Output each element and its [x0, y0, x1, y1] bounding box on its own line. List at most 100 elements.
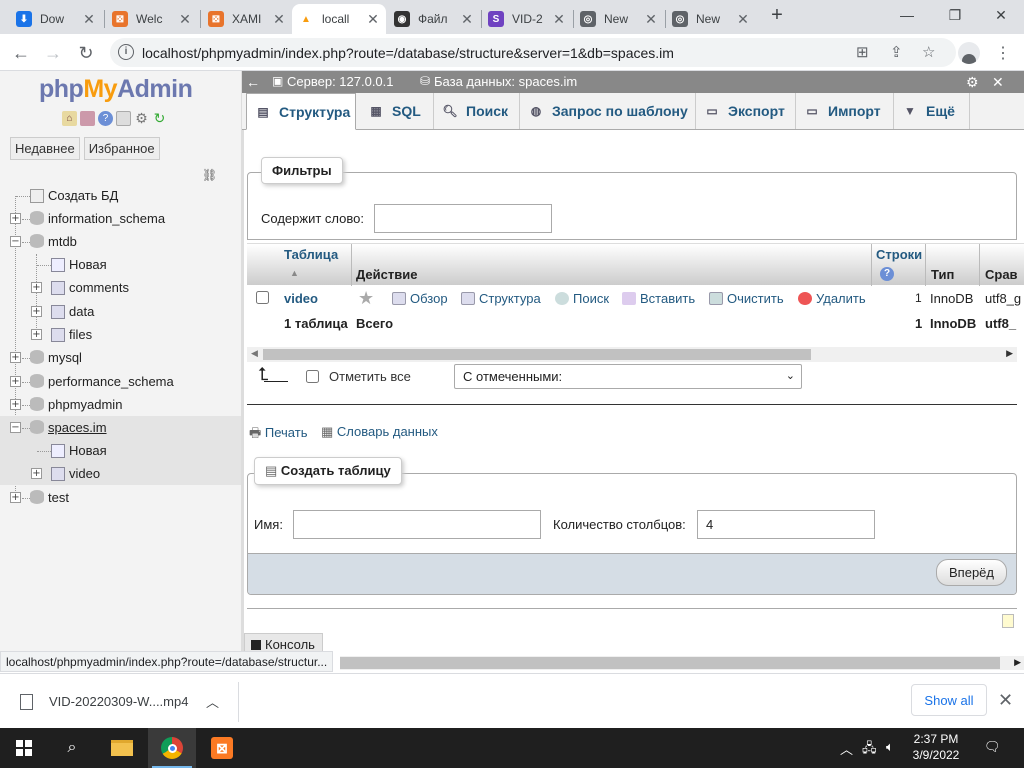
phpmyadmin-logo[interactable]: phpMyAdmin [39, 75, 193, 104]
filter-input[interactable] [374, 204, 552, 233]
insert-action[interactable]: Вставить [622, 291, 695, 306]
chevron-up-icon[interactable]: ︿ [206, 692, 219, 711]
tab-search[interactable]: 🔍︎ Поиск [434, 93, 520, 129]
tab-sql[interactable]: ▦ SQL [360, 93, 434, 129]
expand-icon[interactable]: + [31, 468, 42, 479]
breadcrumb-server[interactable]: Сервер: 127.0.0.1 [287, 74, 394, 89]
browser-tab-active[interactable]: ▲ locall ✕ [292, 4, 386, 34]
menu-kebab-icon[interactable]: ⋮ [990, 40, 1016, 66]
expand-icon[interactable]: + [10, 376, 21, 387]
xampp-icon[interactable]: ⊠ [198, 728, 246, 768]
file-explorer-icon[interactable] [98, 728, 146, 768]
tab-more[interactable]: ▼ Ещё [894, 93, 970, 129]
profile-avatar[interactable] [958, 42, 980, 64]
favorites-tab[interactable]: Избранное [83, 137, 160, 160]
share-icon[interactable]: ⇪ [890, 43, 903, 61]
browser-tab[interactable]: ⬇ Dow ✕ [10, 4, 102, 34]
check-all-label[interactable]: Отметить все [329, 369, 411, 384]
help-icon[interactable]: ? [98, 111, 113, 126]
row-checkbox[interactable] [256, 291, 269, 304]
settings-gear-icon[interactable]: ⚙ [966, 74, 979, 91]
settings-gear-icon[interactable]: ⚙ [134, 110, 149, 126]
close-icon[interactable]: ✕ [366, 11, 380, 28]
address-bar[interactable]: i localhost/phpmyadmin/index.php?route=/… [110, 38, 956, 67]
tab-export[interactable]: ▭ Экспорт [696, 93, 796, 129]
info-icon[interactable]: i [118, 44, 134, 60]
browser-tab[interactable]: ◉ Файл ✕ [388, 4, 480, 34]
page-scrollbar[interactable]: ▶ [340, 656, 1024, 670]
table-name-input[interactable] [293, 510, 541, 539]
tree-item-db-selected[interactable]: − spaces.im [0, 416, 241, 439]
tree-item-db[interactable]: + test [0, 486, 241, 509]
tree-item-new-table[interactable]: Новая [0, 439, 241, 462]
drop-action[interactable]: Удалить [798, 291, 866, 306]
restore-button[interactable]: ❐ [932, 0, 978, 30]
table-scrollbar[interactable]: ◀ ▶ [247, 347, 1017, 362]
bookmark-star-icon[interactable]: ☆ [922, 43, 935, 61]
print-link[interactable]: 🖶︎ Печать [249, 424, 307, 446]
table-name-link[interactable]: video [284, 291, 318, 306]
download-filename[interactable]: VID-20220309-W....mp4 [49, 694, 188, 709]
tree-item-table[interactable]: + video [0, 462, 241, 485]
expand-icon[interactable]: + [10, 352, 21, 363]
panel-resizer[interactable] [241, 71, 244, 656]
window-close-button[interactable]: ✕ [978, 0, 1024, 30]
url-text[interactable]: localhost/phpmyadmin/index.php?route=/da… [142, 45, 674, 61]
columns-count-input[interactable] [697, 510, 875, 539]
expand-icon[interactable]: + [10, 399, 21, 410]
recent-tab[interactable]: Недавнее [10, 137, 80, 160]
scrollbar-thumb[interactable] [340, 657, 1000, 669]
tree-item-create-db[interactable]: Создать БД [0, 184, 241, 207]
minimize-button[interactable]: — [884, 0, 930, 30]
logout-icon[interactable] [80, 111, 95, 126]
tree-item-table[interactable]: + comments [0, 276, 241, 299]
close-icon[interactable]: ✕ [998, 690, 1013, 711]
favorite-star-icon[interactable]: ★ [358, 288, 374, 309]
close-icon[interactable]: ✕ [82, 11, 96, 28]
browser-tab[interactable]: ⊠ XAMI ✕ [202, 4, 292, 34]
tab-import[interactable]: ▭ Импорт [796, 93, 894, 129]
close-icon[interactable]: ✕ [992, 74, 1004, 91]
expand-icon[interactable]: + [10, 213, 21, 224]
collapse-icon[interactable]: − [10, 236, 21, 247]
go-button[interactable]: Вперёд [936, 559, 1007, 586]
tab-query[interactable]: ◍ Запрос по шаблону [520, 93, 696, 129]
expand-icon[interactable]: + [31, 306, 42, 317]
new-tab-button[interactable]: + [762, 0, 792, 30]
scrollbar-thumb[interactable] [263, 349, 811, 360]
tree-item-db[interactable]: + mysql [0, 346, 241, 369]
volume-icon[interactable]: 🔈︎ [886, 739, 894, 755]
reload-button[interactable]: ↻ [73, 40, 99, 66]
notes-icon[interactable] [1002, 614, 1014, 628]
close-icon[interactable]: ✕ [644, 11, 658, 28]
tree-item-table[interactable]: + data [0, 300, 241, 323]
col-header-rows[interactable]: Строки [876, 247, 922, 262]
scroll-right-icon[interactable]: ▶ [1006, 348, 1013, 359]
expand-icon[interactable]: + [31, 329, 42, 340]
chrome-icon[interactable] [148, 728, 196, 768]
breadcrumb-database[interactable]: База данных: spaces.im [434, 74, 577, 89]
col-header-table[interactable]: Таблица [284, 247, 338, 262]
chevron-up-icon[interactable]: ︿ [840, 739, 853, 758]
clock[interactable]: 2:37 PM 3/9/2022 [906, 731, 966, 763]
tree-item-table[interactable]: + files [0, 323, 241, 346]
close-icon[interactable]: ✕ [552, 11, 566, 28]
home-icon[interactable]: ⌂ [62, 111, 77, 126]
tree-item-db[interactable]: + information_schema [0, 207, 241, 230]
tree-item-db[interactable]: + phpmyadmin [0, 393, 241, 416]
tab-structure[interactable]: ▤ Структура [246, 93, 356, 130]
reload-icon[interactable]: ↻ [152, 110, 167, 126]
tree-item-db[interactable]: + performance_schema [0, 370, 241, 393]
browser-tab[interactable]: ⊠ Welc ✕ [106, 4, 198, 34]
scroll-left-icon[interactable]: ◀ [251, 348, 258, 359]
browser-tab[interactable]: S VID-2 ✕ [482, 4, 572, 34]
windows-start-icon[interactable] [0, 728, 48, 768]
link-chain-icon[interactable]: ⛓ [202, 168, 217, 182]
translate-icon[interactable]: ⊞ [856, 43, 869, 61]
empty-action[interactable]: Очистить [709, 291, 784, 306]
close-icon[interactable]: ✕ [460, 11, 474, 28]
close-icon[interactable]: ✕ [178, 11, 192, 28]
browser-tab[interactable]: ◎ New ✕ [666, 4, 756, 34]
collapse-arrow-icon[interactable]: ← [246, 74, 260, 90]
expand-icon[interactable]: + [31, 282, 42, 293]
